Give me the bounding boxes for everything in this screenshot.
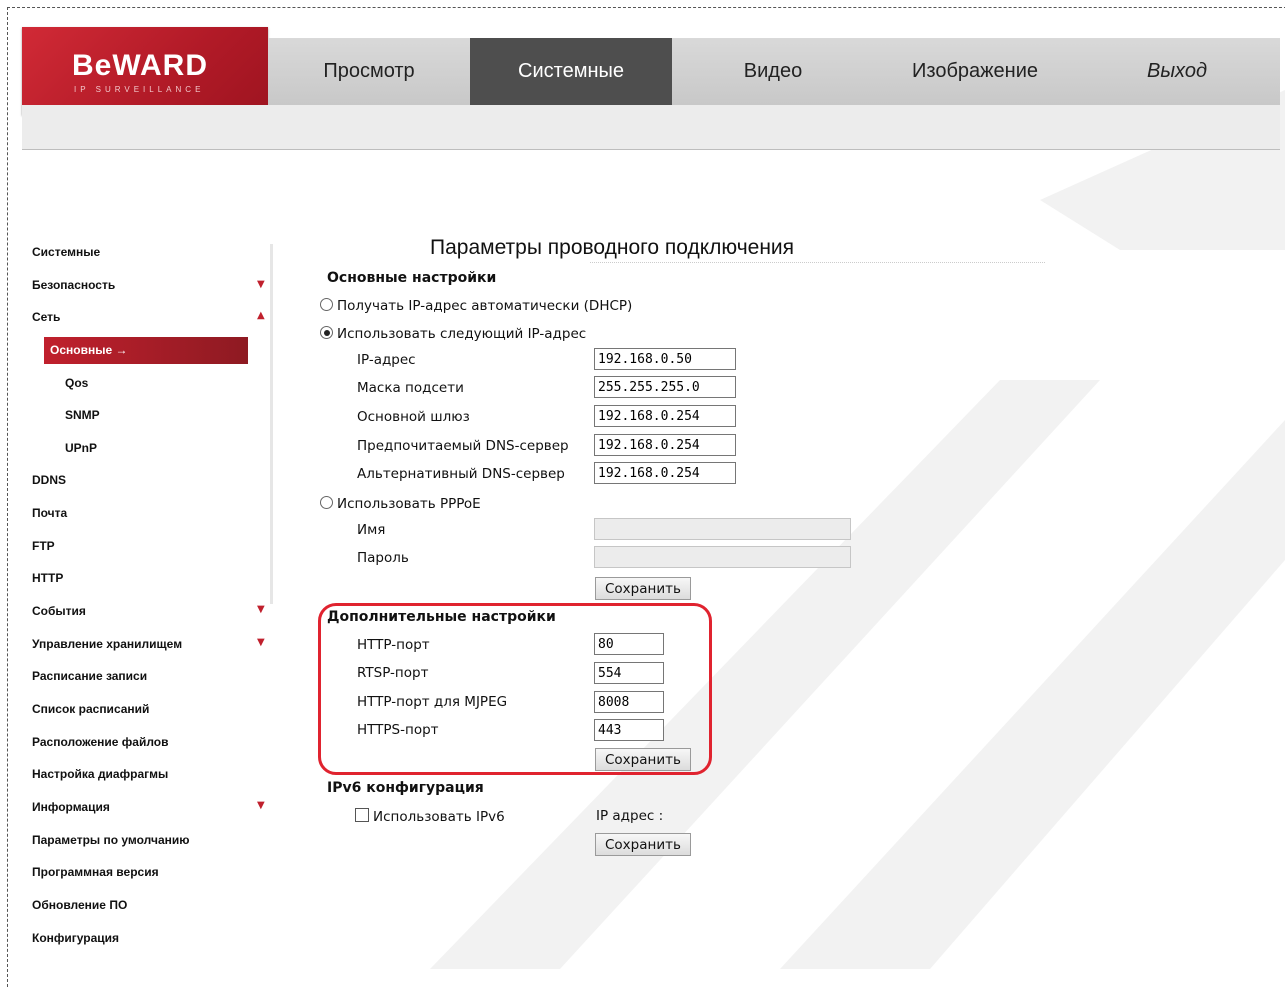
- sidebar-item-firmware-version[interactable]: Программная версия: [32, 862, 159, 882]
- gateway-label: Основной шлюз: [357, 409, 470, 425]
- page-title: Параметры проводного подключения: [430, 236, 795, 259]
- sidebar-item-mail[interactable]: Почта: [32, 503, 67, 523]
- arrow-down-icon[interactable]: ▼: [257, 637, 265, 648]
- save-basic-button[interactable]: Сохранить: [595, 577, 691, 600]
- tab-view[interactable]: Просмотр: [268, 38, 470, 105]
- pppoe-radio[interactable]: [320, 496, 333, 509]
- http-port-label: HTTP-порт: [357, 637, 430, 653]
- logo-subtitle: IP SURVEILLANCE: [74, 85, 205, 94]
- sidebar-item-iris[interactable]: Настройка диафрагмы: [32, 764, 168, 784]
- ipv6-checkbox-label: Использовать IPv6: [373, 809, 505, 825]
- pppoe-name-label: Имя: [357, 522, 386, 538]
- tab-video[interactable]: Видео: [672, 38, 874, 105]
- subnet-mask-label: Маска подсети: [357, 380, 464, 396]
- arrow-down-icon[interactable]: ▼: [257, 800, 265, 811]
- ipv6-address-label: IP адрес :: [596, 808, 664, 824]
- https-port-input[interactable]: [594, 719, 664, 741]
- rtsp-port-label: RTSP-порт: [357, 665, 429, 681]
- dhcp-option[interactable]: Получать IP-адрес автоматически (DHCP): [320, 298, 632, 314]
- beward-logo[interactable]: BeWARD IP SURVEILLANCE: [22, 27, 268, 115]
- pppoe-option[interactable]: Использовать PPPoE: [320, 496, 481, 512]
- sidebar-item-schedule-list[interactable]: Список расписаний: [32, 699, 149, 719]
- sidebar-item-events[interactable]: События: [32, 601, 86, 621]
- sidebar-item-qos[interactable]: Qos: [65, 373, 88, 393]
- sidebar-item-firmware-update[interactable]: Обновление ПО: [32, 895, 127, 915]
- alternate-dns-label: Альтернативный DNS-сервер: [357, 466, 565, 482]
- sidebar-item-ddns[interactable]: DDNS: [32, 470, 66, 490]
- preferred-dns-input[interactable]: [594, 434, 736, 456]
- top-nav: Просмотр Системные Видео Изображение Вых…: [268, 38, 1280, 107]
- sidebar-divider: [270, 244, 273, 604]
- sidebar-item-file-location[interactable]: Расположение файлов: [32, 732, 169, 752]
- preferred-dns-label: Предпочитаемый DNS-сервер: [357, 438, 569, 454]
- pppoe-password-input[interactable]: [594, 546, 851, 568]
- sidebar-item-upnp[interactable]: UPnP: [65, 438, 97, 458]
- sidebar-item-http[interactable]: HTTP: [32, 568, 63, 588]
- sidebar-item-system[interactable]: Системные: [32, 242, 100, 262]
- pppoe-name-input[interactable]: [594, 518, 851, 540]
- alternate-dns-input[interactable]: [594, 462, 736, 484]
- arrow-up-icon[interactable]: ▲: [257, 310, 265, 321]
- ipv6-option[interactable]: Использовать IPv6: [355, 808, 505, 825]
- dhcp-label: Получать IP-адрес автоматически (DHCP): [337, 298, 633, 314]
- advanced-settings-heading: Дополнительные настройки: [327, 609, 556, 625]
- save-advanced-button[interactable]: Сохранить: [595, 748, 691, 771]
- gateway-input[interactable]: [594, 405, 736, 427]
- sub-toolbar: [22, 105, 1280, 150]
- sidebar-item-defaults[interactable]: Параметры по умолчанию: [32, 830, 190, 850]
- mjpeg-port-label: HTTP-порт для MJPEG: [357, 694, 508, 710]
- sidebar-item-record-schedule[interactable]: Расписание записи: [32, 666, 147, 686]
- logo-brand: BeWARD: [72, 49, 209, 82]
- sidebar-item-info[interactable]: Информация: [32, 797, 110, 817]
- save-ipv6-button[interactable]: Сохранить: [595, 833, 691, 856]
- subnet-mask-input[interactable]: [594, 376, 736, 398]
- tab-logout[interactable]: Выход: [1076, 38, 1278, 105]
- rtsp-port-input[interactable]: [594, 662, 664, 684]
- arrow-down-icon[interactable]: ▼: [257, 279, 265, 290]
- pppoe-password-label: Пароль: [357, 550, 409, 566]
- ipv6-heading: IPv6 конфигурация: [327, 780, 484, 796]
- tab-image[interactable]: Изображение: [874, 38, 1076, 105]
- sidebar-item-ftp[interactable]: FTP: [32, 536, 55, 556]
- https-port-label: HTTPS-порт: [357, 722, 439, 738]
- dhcp-radio[interactable]: [320, 298, 333, 311]
- ip-address-label: IP-адрес: [357, 352, 416, 368]
- pppoe-label: Использовать PPPoE: [337, 496, 481, 512]
- sidebar-item-security[interactable]: Безопасность: [32, 275, 115, 295]
- sidebar-item-snmp[interactable]: SNMP: [65, 405, 100, 425]
- mjpeg-port-input[interactable]: [594, 691, 664, 713]
- tab-system[interactable]: Системные: [470, 38, 672, 105]
- sidebar-item-network[interactable]: Сеть: [32, 307, 60, 327]
- ip-address-input[interactable]: [594, 348, 736, 370]
- sidebar-item-basic[interactable]: Основные →: [44, 337, 248, 364]
- static-ip-option[interactable]: Использовать следующий IP-адрес: [320, 326, 586, 342]
- basic-settings-heading: Основные настройки: [327, 270, 497, 286]
- ipv6-checkbox[interactable]: [355, 808, 369, 822]
- sidebar-item-config[interactable]: Конфигурация: [32, 928, 119, 948]
- title-underline: [590, 262, 1045, 263]
- static-ip-radio[interactable]: [320, 326, 333, 339]
- http-port-input[interactable]: [594, 633, 664, 655]
- arrow-down-icon[interactable]: ▼: [257, 604, 265, 615]
- sidebar-item-storage[interactable]: Управление хранилищем: [32, 634, 182, 654]
- static-ip-label: Использовать следующий IP-адрес: [337, 326, 587, 342]
